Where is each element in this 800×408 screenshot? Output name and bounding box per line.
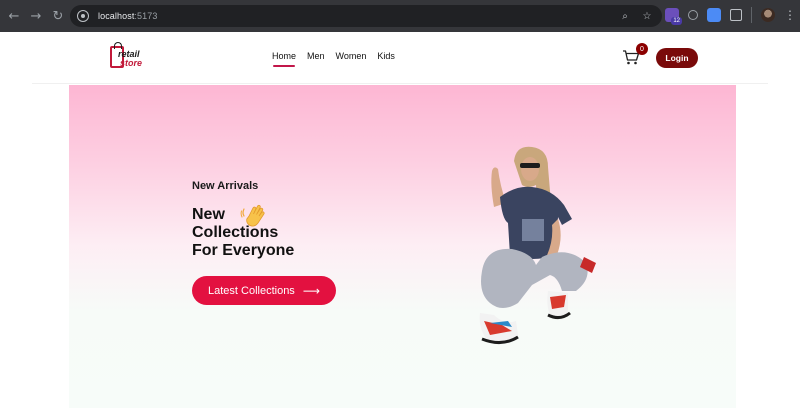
extension-icon[interactable]: 12 — [665, 8, 682, 25]
hero-eyebrow: New Arrivals — [192, 180, 259, 192]
puzzle-icon[interactable] — [730, 9, 742, 21]
cta-label: Latest Collections — [207, 284, 295, 297]
back-button[interactable]: ← — [3, 5, 25, 27]
toolbar-divider — [751, 7, 752, 23]
hero-model-image — [479, 146, 596, 344]
arrow-right-icon: ⟶ — [302, 283, 321, 298]
forward-button[interactable]: → — [25, 5, 47, 27]
cart-count-badge: 0 — [636, 43, 648, 55]
waving-hand-icon — [240, 204, 265, 227]
extension-circle-icon[interactable] — [688, 10, 698, 20]
profile-avatar[interactable] — [761, 8, 775, 22]
main-nav: Home Men Women Kids — [272, 51, 395, 67]
logo-text-bottom: store — [120, 58, 143, 68]
headline-line-3: For Everyone — [192, 242, 295, 259]
translate-extension-icon[interactable] — [707, 8, 721, 22]
browser-toolbar: ← → ↻ localhost:5173 ⌕ ☆ 12 ⋮ — [0, 0, 800, 32]
site-info-icon[interactable] — [77, 10, 89, 22]
login-button[interactable]: Login — [656, 48, 698, 68]
nav-men[interactable]: Men — [307, 51, 325, 65]
site-header: retail store Home Men Women Kids 0 Login — [32, 32, 768, 84]
url-port: :5173 — [134, 11, 158, 21]
latest-collections-button[interactable]: Latest Collections ⟶ — [192, 276, 336, 305]
extension-badge: 12 — [671, 17, 682, 25]
hero-banner: New Arrivals New Collections For Everyon… — [69, 85, 736, 408]
retail-store-logo[interactable]: retail store — [110, 42, 154, 72]
nav-kids[interactable]: Kids — [377, 51, 395, 65]
url-host: localhost — [98, 11, 135, 21]
address-bar[interactable]: localhost:5173 ⌕ ☆ — [70, 5, 662, 27]
star-icon[interactable]: ☆ — [640, 9, 654, 23]
zoom-icon[interactable]: ⌕ — [618, 9, 632, 23]
menu-dots-icon[interactable]: ⋮ — [784, 8, 796, 22]
nav-home[interactable]: Home — [272, 51, 296, 67]
reload-button[interactable]: ↻ — [47, 5, 69, 27]
nav-women[interactable]: Women — [336, 51, 367, 65]
url-text[interactable]: localhost:5173 — [98, 11, 157, 21]
